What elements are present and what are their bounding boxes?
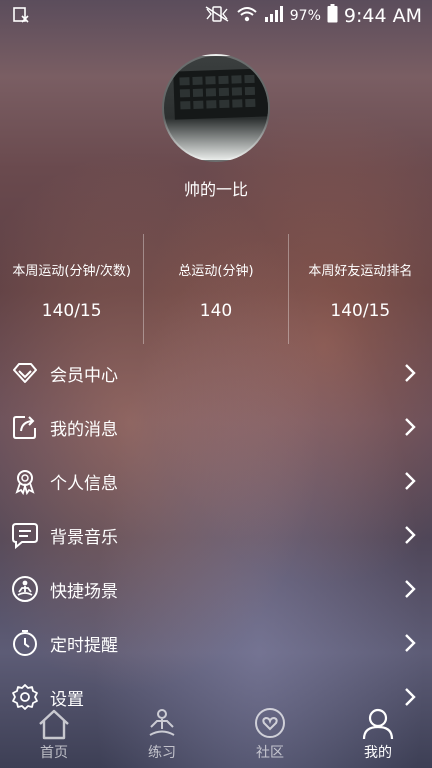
chevron-right-icon	[404, 579, 416, 603]
menu-item-quick-scenes[interactable]: 快捷场景	[0, 562, 432, 616]
menu-item-timed-reminder[interactable]: 定时提醒	[0, 616, 432, 670]
chat-music-icon	[10, 520, 40, 550]
bottom-tab-bar: 首页 练习 社区 我的	[0, 706, 432, 768]
stat-weekly-exercise: 本周运动(分钟/次数) 140/15	[0, 234, 143, 344]
menu-label: 会员中心	[50, 365, 118, 386]
stat-label: 本周运动(分钟/次数)	[12, 264, 131, 279]
badge-icon	[10, 466, 40, 496]
stats-row: 本周运动(分钟/次数) 140/15 总运动(分钟) 140 本周好友运动排名 …	[0, 234, 432, 344]
tab-label: 首页	[40, 745, 68, 761]
chevron-right-icon	[404, 525, 416, 549]
wifi-icon	[236, 5, 258, 27]
tab-label: 我的	[364, 745, 392, 761]
yoga-icon	[108, 706, 216, 740]
menu-label: 个人信息	[50, 473, 118, 494]
tab-practice[interactable]: 练习	[108, 706, 216, 768]
stat-friend-ranking: 本周好友运动排名 140/15	[287, 234, 432, 344]
notification-icon	[12, 6, 30, 28]
menu-label: 快捷场景	[50, 581, 118, 602]
menu-item-membership[interactable]: 会员中心	[0, 346, 432, 400]
menu-item-messages[interactable]: 我的消息	[0, 400, 432, 454]
heart-bubble-icon	[216, 706, 324, 740]
vibrate-mute-icon	[204, 5, 230, 26]
tab-community[interactable]: 社区	[216, 706, 324, 768]
username: 帅的一比	[183, 180, 248, 199]
stat-value: 140/15	[330, 301, 391, 321]
avatar-photo	[173, 68, 268, 120]
stat-label: 本周好友运动排名	[308, 264, 413, 279]
tab-mine[interactable]: 我的	[324, 706, 432, 768]
diamond-icon	[10, 358, 40, 388]
timer-icon	[10, 628, 40, 658]
menu-label: 定时提醒	[50, 635, 118, 656]
stat-total-exercise: 总运动(分钟) 140	[143, 234, 287, 344]
menu-list: 会员中心 我的消息 个人信息 背景音乐 快捷场景 定时提醒 设置	[0, 346, 432, 724]
menu-item-personal-info[interactable]: 个人信息	[0, 454, 432, 508]
share-message-icon	[10, 412, 40, 442]
signal-icon	[264, 5, 284, 27]
battery-percent: 97%	[289, 7, 321, 24]
home-icon	[0, 706, 108, 740]
menu-label: 我的消息	[50, 419, 118, 440]
status-bar: 97% 9:44 AM	[0, 0, 432, 32]
stat-value: 140/15	[41, 301, 102, 321]
chevron-right-icon	[404, 363, 416, 387]
menu-label: 背景音乐	[50, 527, 118, 548]
clock: 9:44 AM	[343, 4, 422, 27]
tab-label: 练习	[148, 745, 176, 761]
menu-item-background-music[interactable]: 背景音乐	[0, 508, 432, 562]
user-icon	[324, 706, 432, 740]
meditation-icon	[10, 574, 40, 604]
chevron-right-icon	[404, 417, 416, 441]
chevron-right-icon	[404, 633, 416, 657]
chevron-right-icon	[404, 471, 416, 495]
stat-label: 总运动(分钟)	[178, 264, 254, 279]
tab-label: 社区	[256, 745, 284, 761]
stat-value: 140	[199, 301, 233, 321]
avatar[interactable]	[162, 54, 270, 162]
tab-home[interactable]: 首页	[0, 706, 108, 768]
battery-icon	[327, 4, 338, 27]
